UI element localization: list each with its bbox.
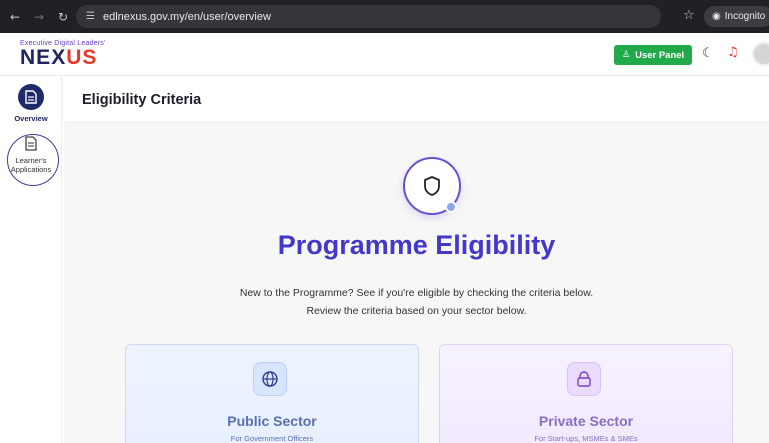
site-header: Executive Digital Leaders' NEXUS ♙ User …	[0, 33, 769, 76]
user-panel-label: User Panel	[635, 49, 685, 61]
url-text: edlnexus.gov.my/en/user/overview	[102, 10, 271, 23]
hero-title: Programme Eligibility	[277, 230, 556, 260]
site-settings-icon[interactable]: ☰	[86, 11, 95, 22]
card-subtitle: For Government Officers	[230, 434, 314, 443]
card-title: Public Sector	[227, 413, 317, 429]
logo-part-us: US	[66, 46, 98, 69]
hero-subtitle-line-1: New to the Programme? See if you're elig…	[239, 287, 594, 299]
lock-icon	[567, 362, 601, 396]
moon-icon[interactable]: ☾	[702, 46, 714, 61]
logo-wordmark: NEXUS	[20, 47, 106, 69]
back-icon[interactable]: ←	[6, 8, 24, 26]
eligibility-content: Programme Eligibility New to the Program…	[64, 122, 769, 443]
user-panel-button[interactable]: ♙ User Panel	[614, 45, 693, 65]
private-sector-card[interactable]: Private Sector For Start-ups, MSMEs & SM…	[439, 344, 733, 443]
page-title-bar: Eligibility Criteria	[64, 78, 769, 121]
page-title: Eligibility Criteria	[82, 91, 202, 108]
hero-subtitle-line-2: Review the criteria based on your sector…	[306, 305, 527, 317]
reload-icon[interactable]: ↻	[54, 8, 72, 26]
incognito-label: Incognito	[724, 11, 766, 22]
document-icon	[18, 84, 44, 110]
address-bar[interactable]: ☰ edlnexus.gov.my/en/user/overview	[76, 5, 661, 28]
sidebar: Overview Learner's Applications	[0, 76, 62, 443]
logo-part-ne: NE	[20, 46, 52, 69]
incognito-icon: ◉	[712, 11, 721, 22]
sidebar-item-learners-applications[interactable]: Learner's Applications	[0, 136, 62, 174]
hero-subtitle: New to the Programme? See if you're elig…	[64, 284, 769, 320]
browser-toolbar: ← → ↻ ☰ edlnexus.gov.my/en/user/overview…	[0, 0, 769, 33]
card-title: Private Sector	[538, 413, 634, 429]
globe-icon	[253, 362, 287, 396]
bookmark-star-icon[interactable]: ☆	[683, 8, 695, 23]
user-icon: ♙	[622, 50, 631, 60]
card-subtitle: For Start-ups, MSMEs & SMEs	[534, 434, 638, 443]
headset-icon[interactable]: ♫	[727, 45, 739, 60]
sidebar-item-overview[interactable]: Overview	[0, 84, 62, 123]
site-logo[interactable]: Executive Digital Leaders' NEXUS	[20, 40, 106, 69]
status-dot	[445, 201, 457, 213]
document-icon	[0, 136, 62, 154]
incognito-badge[interactable]: ◉ Incognito	[704, 6, 769, 27]
forward-icon[interactable]: →	[30, 8, 48, 26]
sidebar-item-label: Learner's Applications	[10, 156, 52, 174]
logo-part-x: X	[51, 46, 67, 69]
avatar[interactable]	[752, 42, 769, 66]
sidebar-item-label: Overview	[14, 114, 48, 123]
public-sector-card[interactable]: Public Sector For Government Officers	[125, 344, 419, 443]
